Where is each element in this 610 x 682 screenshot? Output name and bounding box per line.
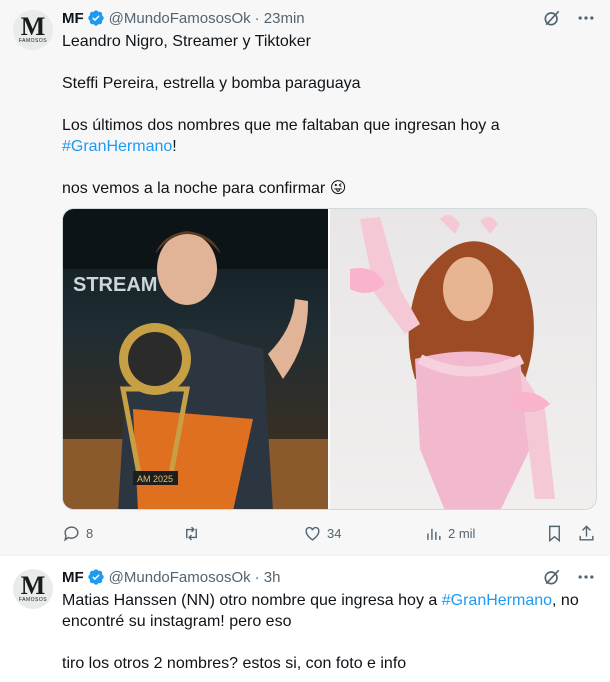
text-line: Matias Hanssen (NN) otro nombre que ingr… [62,590,598,611]
text-line: tiro los otros 2 nombres? estos si, con … [62,655,407,672]
retweet-button[interactable] [182,520,206,546]
views-button[interactable]: 2 mil [424,520,475,546]
like-count: 34 [327,525,342,541]
analytics-icon [427,528,441,540]
media-grid[interactable]: STREAM JAM AM 2025 [62,208,597,510]
more-options-icon[interactable] [576,8,596,28]
text-line: Leandro Nigro, Streamer y Tiktoker [62,33,311,50]
timestamp[interactable]: · 23min [255,10,305,27]
timestamp[interactable]: · 3h [255,569,281,586]
text-line: #GranHermano! [62,136,598,157]
text-line: Steffi Pereira, estrella y bomba paragua… [62,75,361,92]
share-button[interactable] [577,520,596,546]
photo-right[interactable] [330,209,596,509]
reply-icon [64,525,79,542]
verified-badge-icon [87,10,104,26]
avatar[interactable]: M FAMOSOS [13,569,53,609]
grok-icon[interactable] [542,8,562,28]
avatar-subtext: FAMOSOS [18,38,48,44]
hashtag-link[interactable]: #GranHermano [62,138,172,155]
avatar-letter: M [20,12,46,41]
avatar[interactable]: M FAMOSOS [13,10,53,50]
grok-icon[interactable] [542,567,562,587]
trophy-caption: AM 2025 [137,474,173,484]
avatar-letter: M [20,571,46,600]
retweet-icon [186,526,197,540]
author-handle[interactable]: @MundoFamososOk [109,10,251,27]
tweet-top-actions [542,8,596,28]
share-icon [579,524,594,541]
hashtag-link[interactable]: #GranHermano [442,592,552,609]
tweet-header: MF @MundoFamososOk · 3h [62,566,280,588]
verified-badge-icon [87,569,104,585]
photo-right-illustration [350,215,555,509]
photo-left-illustration: STREAM JAM AM 2025 [63,209,328,509]
tweet-actions: 8 34 2 mil [62,520,598,546]
author-name[interactable]: MF [62,569,84,586]
bookmark-icon [549,525,560,542]
tweet-text: Matias Hanssen (NN) otro nombre que ingr… [62,590,598,674]
photo-left[interactable]: STREAM JAM AM 2025 [63,209,328,509]
text-segment: , no [552,592,579,609]
tweet-top-actions [542,567,596,587]
bookmark-button[interactable] [545,520,564,546]
tweet-header: MF @MundoFamososOk · 23min [62,7,305,29]
heart-icon [305,526,320,541]
tweet[interactable]: M FAMOSOS MF @MundoFamososOk · 3h Matias… [0,557,610,682]
more-options-icon[interactable] [576,567,596,587]
author-name[interactable]: MF [62,10,84,27]
view-count: 2 mil [448,525,476,541]
text-line: encontré su instagram! pero eso [62,613,292,630]
avatar-subtext: FAMOSOS [18,597,48,603]
tweet[interactable]: M FAMOSOS MF @MundoFamososOk · 23min Lea… [0,0,610,556]
like-button[interactable]: 34 [303,520,341,546]
hashtag-suffix: ! [172,138,177,155]
text-segment: Matias Hanssen (NN) otro nombre que ingr… [62,592,438,609]
reply-count: 8 [86,525,94,541]
reply-button[interactable]: 8 [62,520,93,546]
tweet-text: Leandro Nigro, Streamer y Tiktoker Steff… [62,31,598,199]
text-line: nos vemos a la noche para confirmar 😜 [62,180,347,197]
author-handle[interactable]: @MundoFamososOk [109,569,251,586]
text-line: Los últimos dos nombres que me faltaban … [62,117,500,134]
